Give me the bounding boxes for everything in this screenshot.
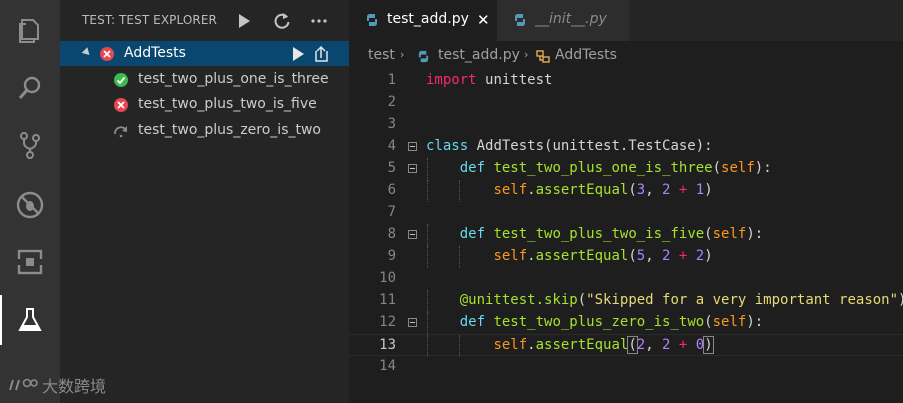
line-number: 6	[387, 182, 396, 198]
line-number: 7	[387, 204, 396, 220]
breadcrumb-folder[interactable]: test	[368, 47, 395, 63]
code-line: 2	[349, 92, 903, 114]
code-editor[interactable]: 1 import unittest 2 3 4 class AddTests(u…	[349, 70, 903, 403]
line-number: 1	[387, 72, 396, 88]
failed-icon	[114, 98, 128, 112]
tab-label: __init__.py	[535, 11, 607, 27]
tree-item-label: test_two_plus_two_is_five	[138, 96, 317, 112]
editor: test_add.py ✕ __init__.py test › test_ad…	[349, 0, 903, 403]
code-line: 8 def test_two_plus_two_is_five(self):	[349, 224, 903, 246]
line-number: 10	[379, 270, 396, 286]
open-file-icon[interactable]	[312, 45, 330, 63]
activity-bar	[0, 0, 60, 403]
code-line: 11 @unittest.skip("Skipped for a very im…	[349, 290, 903, 312]
breadcrumb-file[interactable]: test_add.py	[438, 47, 520, 63]
fold-icon[interactable]	[408, 318, 417, 327]
tree-item-test[interactable]: test_two_plus_one_is_three	[60, 67, 349, 92]
extensions-icon[interactable]	[0, 237, 60, 287]
code-text: self.assertEqual(3, 2 + 1)	[493, 182, 713, 198]
code-line: 14	[349, 356, 903, 378]
breadcrumb: test › test_add.py › AddTests	[349, 41, 903, 71]
code-line-current: 13 self.assertEqual(2, 2 + 0)	[349, 334, 903, 357]
line-number: 5	[387, 160, 396, 176]
chevron-right-icon: ›	[400, 48, 405, 61]
code-text: def test_two_plus_one_is_three(self):	[459, 160, 772, 176]
watermark-logo-icon	[9, 378, 38, 391]
code-line: 12 def test_two_plus_zero_is_two(self):	[349, 312, 903, 334]
line-number: 13	[379, 337, 396, 353]
tree-item-label: test_two_plus_one_is_three	[138, 71, 329, 87]
line-number: 2	[387, 94, 396, 110]
line-number: 8	[387, 226, 396, 242]
fold-icon[interactable]	[408, 164, 417, 173]
line-number: 4	[387, 138, 396, 154]
sidebar-header: TEST: TEST EXPLORER	[60, 0, 349, 41]
tree-item-label: AddTests	[124, 45, 186, 61]
code-line: 4 class AddTests(unittest.TestCase):	[349, 136, 903, 158]
breadcrumb-symbol[interactable]: AddTests	[555, 47, 617, 63]
python-file-icon	[367, 14, 377, 26]
line-number: 14	[379, 358, 396, 374]
explorer-icon[interactable]	[0, 6, 60, 56]
test-beaker-icon[interactable]	[0, 295, 60, 345]
skipped-icon	[114, 126, 127, 138]
tab-label: test_add.py	[387, 11, 469, 27]
passed-icon	[114, 73, 128, 87]
code-line: 3	[349, 114, 903, 136]
debug-icon[interactable]	[0, 180, 60, 230]
search-icon[interactable]	[0, 63, 60, 113]
tree-item-test[interactable]: test_two_plus_two_is_five	[60, 92, 349, 117]
watermark-text: 大数跨境	[42, 377, 107, 396]
tree-item-addtests[interactable]: AddTests	[60, 41, 349, 66]
code-line: 9 self.assertEqual(5, 2 + 2)	[349, 246, 903, 268]
code-text: def test_two_plus_two_is_five(self):	[459, 226, 764, 242]
refresh-icon[interactable]	[271, 10, 293, 32]
code-text: class AddTests(unittest.TestCase):	[426, 138, 713, 154]
line-number: 12	[379, 314, 396, 330]
code-line: 7	[349, 202, 903, 224]
run-icon[interactable]	[289, 45, 307, 63]
source-control-icon[interactable]	[0, 120, 60, 170]
chevron-down-icon[interactable]	[81, 47, 93, 58]
code-text: self.assertEqual(5, 2 + 2)	[493, 248, 713, 264]
code-line: 1 import unittest	[349, 70, 903, 92]
code-text: self.assertEqual(2, 2 + 0)	[493, 336, 714, 354]
fold-icon[interactable]	[408, 142, 417, 151]
run-icon[interactable]	[233, 10, 255, 32]
line-number: 3	[387, 116, 396, 132]
tab-test-add[interactable]: test_add.py ✕	[349, 0, 497, 41]
code-line: 10	[349, 268, 903, 290]
sidebar-title: TEST: TEST EXPLORER	[82, 13, 217, 27]
code-text: import unittest	[426, 72, 553, 88]
tab-bar: test_add.py ✕ __init__.py	[349, 0, 903, 41]
python-file-icon	[418, 50, 429, 63]
code-text: @unittest.skip("Skipped for a very impor…	[459, 292, 903, 308]
failed-icon	[100, 47, 114, 61]
python-file-icon	[515, 14, 525, 26]
tab-init[interactable]: __init__.py	[497, 0, 629, 41]
tree-item-test[interactable]: test_two_plus_zero_is_two	[60, 118, 349, 143]
class-icon	[536, 50, 550, 63]
tree-item-label: test_two_plus_zero_is_two	[138, 122, 321, 138]
fold-icon[interactable]	[408, 230, 417, 239]
more-icon[interactable]	[308, 10, 330, 32]
code-text: def test_two_plus_zero_is_two(self):	[459, 314, 764, 330]
code-line: 6 self.assertEqual(3, 2 + 1)	[349, 180, 903, 202]
watermark: 大数跨境	[8, 373, 106, 397]
test-explorer-sidebar: TEST: TEST EXPLORER AddTests test_two_pl…	[9, 0, 349, 403]
chevron-right-icon: ›	[524, 48, 529, 61]
line-number: 11	[379, 292, 396, 308]
close-icon[interactable]: ✕	[477, 11, 490, 29]
code-line: 5 def test_two_plus_one_is_three(self):	[349, 158, 903, 180]
line-number: 9	[387, 248, 396, 264]
